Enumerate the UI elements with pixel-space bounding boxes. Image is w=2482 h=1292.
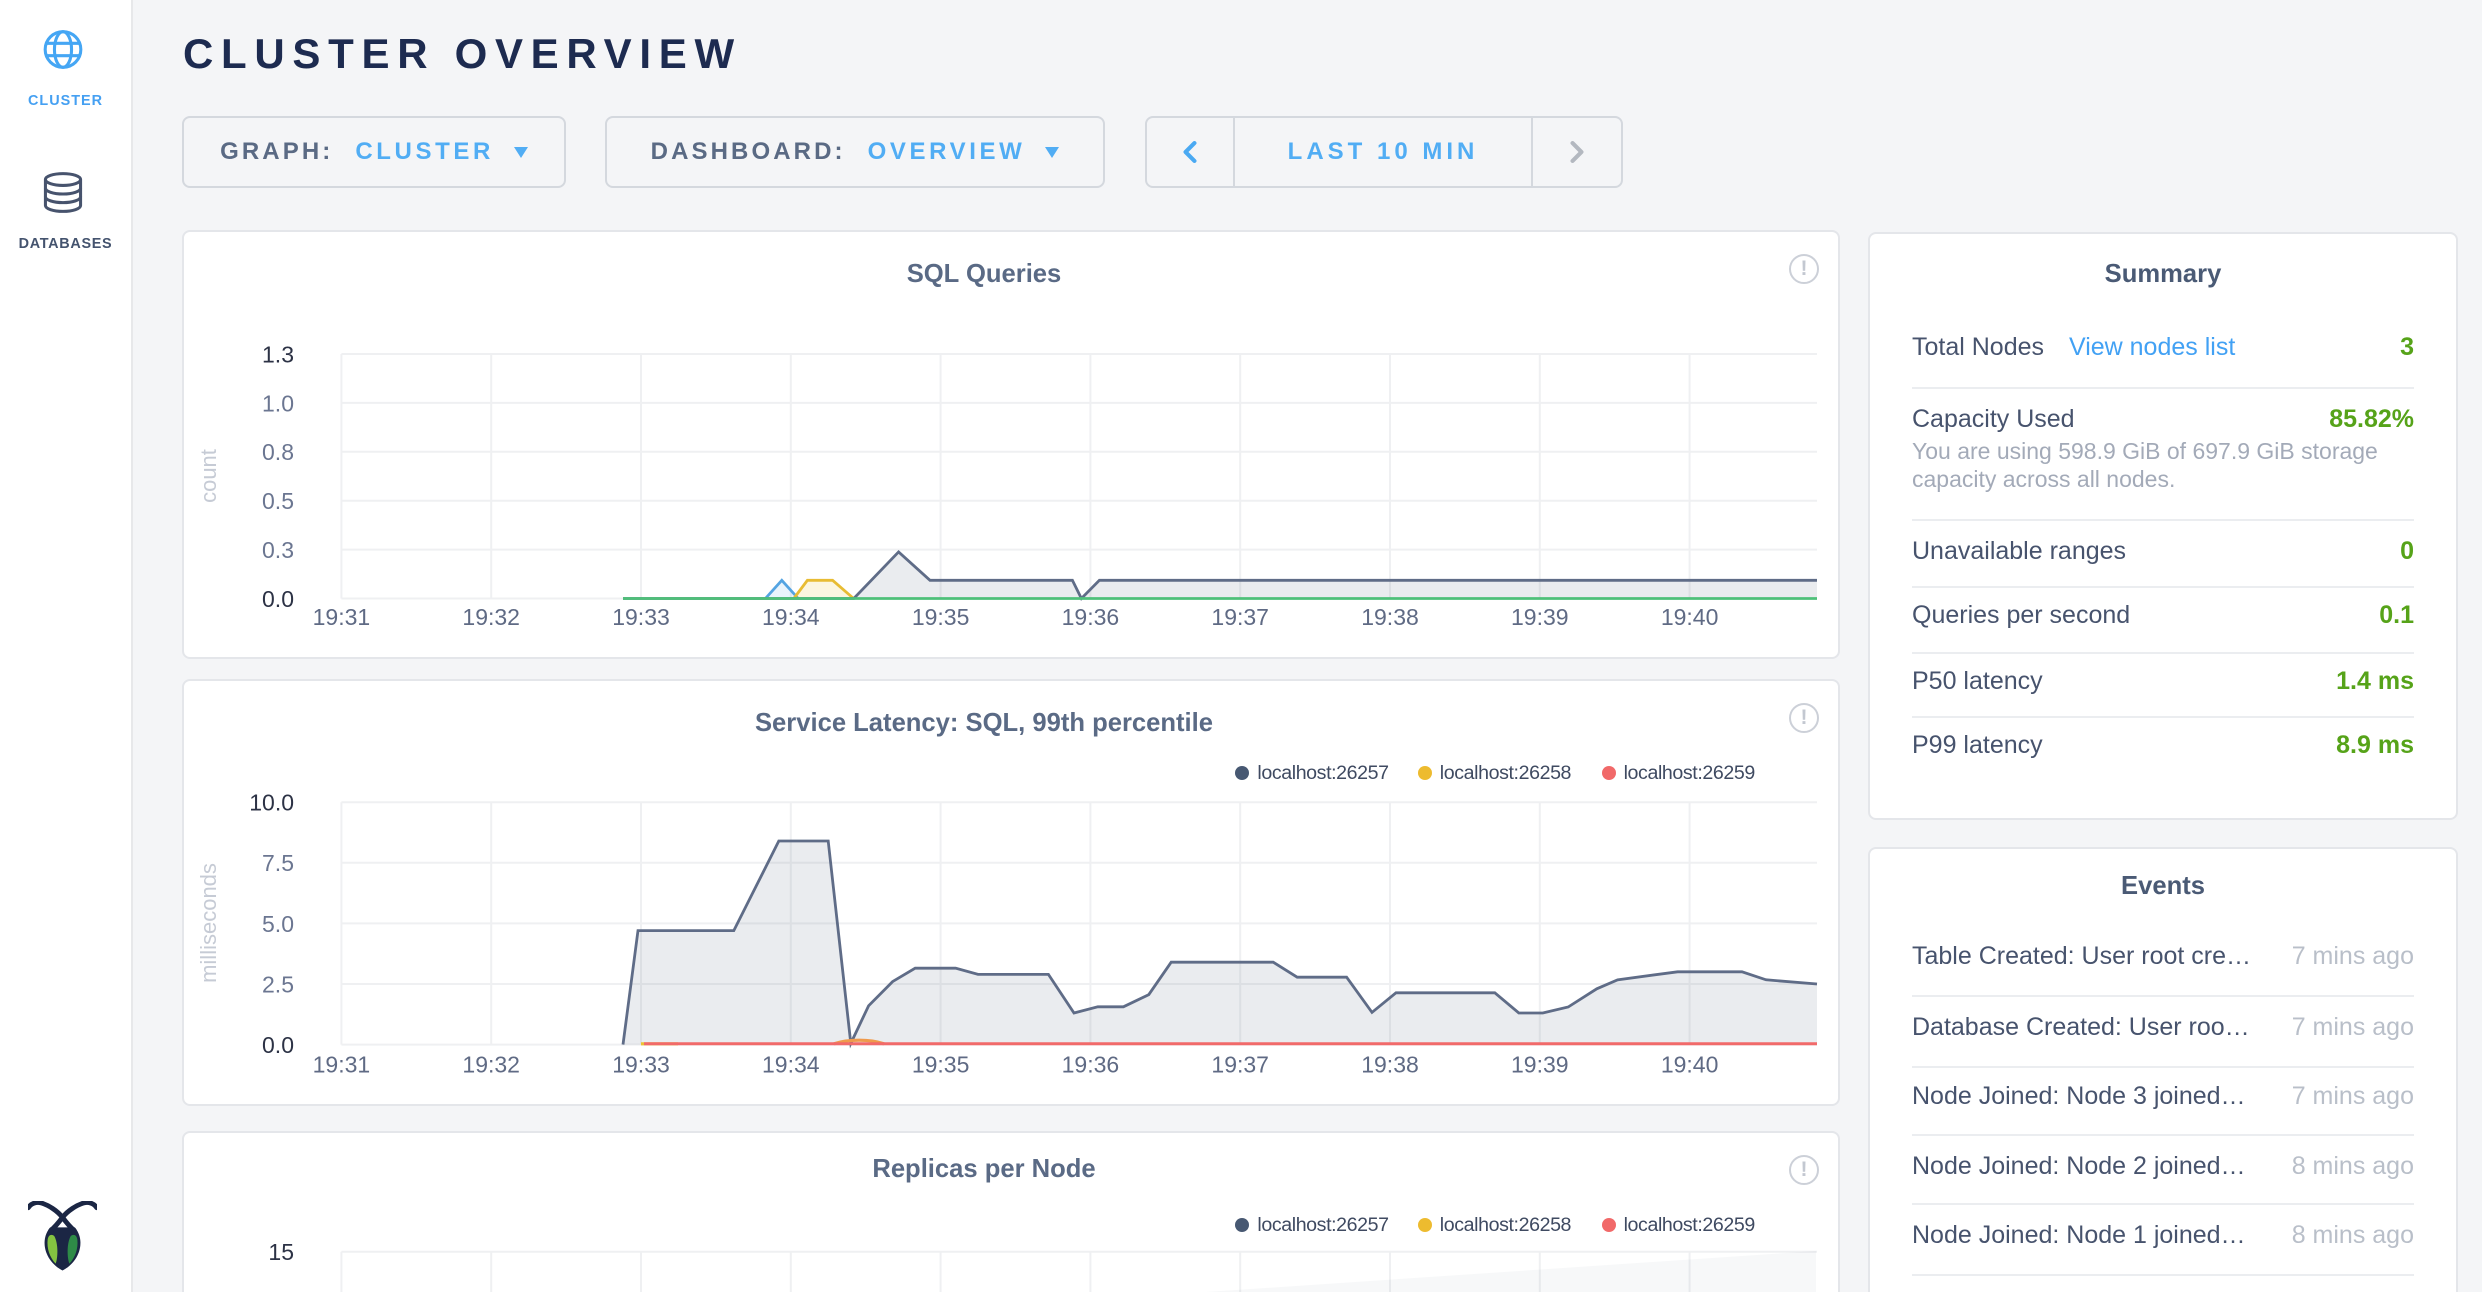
svg-text:7.5: 7.5 (262, 851, 294, 877)
svg-text:1.3: 1.3 (262, 341, 294, 367)
svg-text:milliseconds: milliseconds (196, 863, 221, 983)
svg-text:0.3: 0.3 (262, 537, 294, 563)
svg-text:19:38: 19:38 (1361, 1052, 1419, 1078)
svg-text:count: count (196, 449, 221, 503)
svg-text:0.5: 0.5 (262, 488, 294, 514)
svg-text:19:34: 19:34 (762, 604, 820, 630)
svg-text:15: 15 (268, 1240, 294, 1266)
svg-text:19:35: 19:35 (912, 1052, 970, 1078)
svg-text:19:31: 19:31 (313, 604, 371, 630)
svg-text:19:31: 19:31 (313, 1052, 371, 1078)
svg-text:19:39: 19:39 (1511, 1052, 1569, 1078)
svg-text:19:38: 19:38 (1361, 604, 1419, 630)
svg-text:19:32: 19:32 (462, 1052, 520, 1078)
svg-text:19:40: 19:40 (1661, 1052, 1719, 1078)
svg-text:19:40: 19:40 (1661, 604, 1719, 630)
svg-text:5.0: 5.0 (262, 911, 294, 937)
svg-text:19:36: 19:36 (1062, 604, 1120, 630)
svg-text:19:36: 19:36 (1062, 1052, 1120, 1078)
svg-text:10.0: 10.0 (249, 790, 294, 816)
svg-text:19:39: 19:39 (1511, 604, 1569, 630)
svg-text:0.0: 0.0 (262, 586, 294, 612)
svg-text:2.5: 2.5 (262, 972, 294, 998)
svg-text:10: 10 (268, 1288, 294, 1292)
svg-text:19:32: 19:32 (462, 604, 520, 630)
svg-text:0.0: 0.0 (262, 1032, 294, 1058)
svg-text:1.0: 1.0 (262, 390, 294, 416)
svg-text:19:37: 19:37 (1211, 1052, 1269, 1078)
svg-text:19:34: 19:34 (762, 1052, 820, 1078)
svg-text:0.8: 0.8 (262, 439, 294, 465)
svg-text:19:35: 19:35 (912, 604, 970, 630)
svg-text:19:33: 19:33 (612, 1052, 670, 1078)
svg-text:19:33: 19:33 (612, 604, 670, 630)
svg-text:19:37: 19:37 (1211, 604, 1269, 630)
